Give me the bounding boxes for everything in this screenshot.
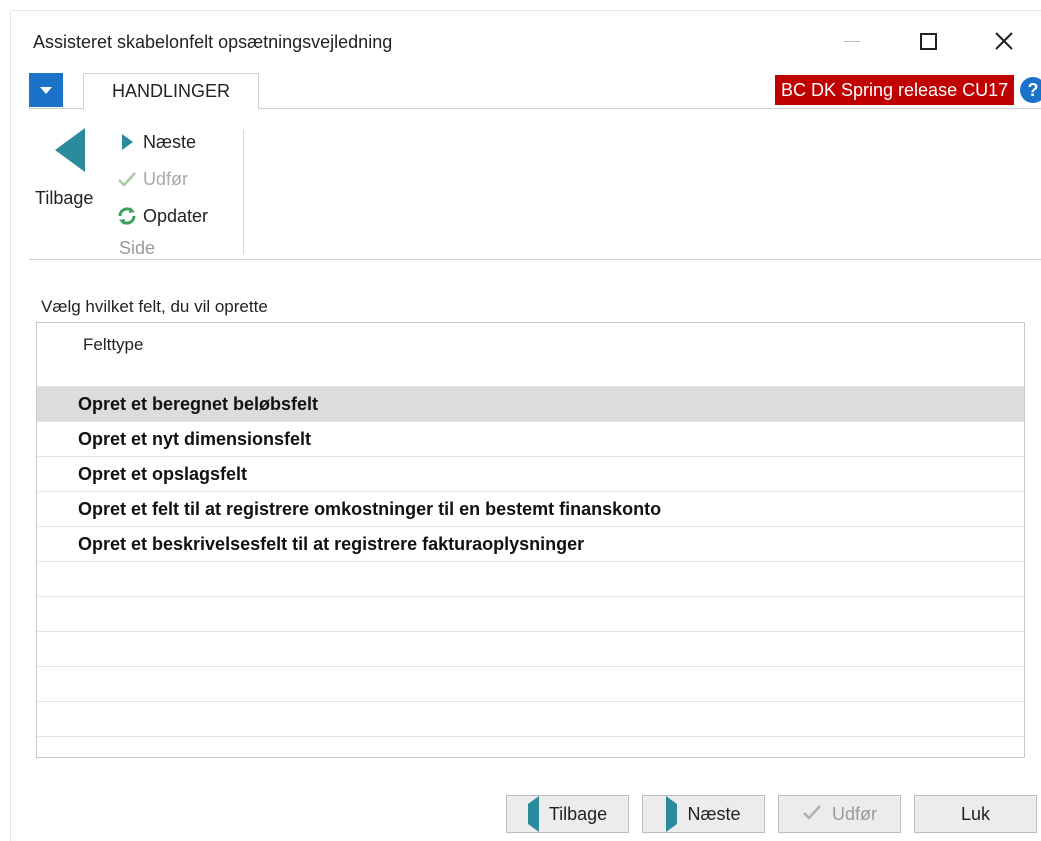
arrow-right-icon [666,795,678,832]
ribbon-back-label: Tilbage [35,188,94,208]
checkmark-icon [115,168,139,190]
arrow-left-icon [527,795,539,832]
finish-button-label: Udfør [832,803,877,824]
ribbon-group-label: Side [119,238,156,258]
finish-button[interactable]: Udfør [778,795,901,833]
ribbon-finish-label: Udfør [143,168,188,189]
ribbon-next-label: Næste [143,131,197,152]
list-item[interactable]: Opret et beregnet beløbsfelt [37,387,1024,422]
next-button-label: Næste [687,803,741,824]
ribbon-next-button[interactable]: Næste [115,128,196,156]
back-button[interactable]: Tilbage [506,795,629,833]
section-caption: Vælg hvilket felt, du vil oprette [41,297,268,316]
empty-row [37,702,1024,737]
ribbon-back-button[interactable]: Tilbage [35,120,107,216]
close-icon [995,32,1013,50]
close-button-label: Luk [960,803,991,824]
tab-handlinger[interactable]: HANDLINGER [83,73,259,110]
next-button[interactable]: Næste [642,795,765,833]
column-header-label: Felttype [83,335,144,354]
column-header[interactable]: Felttype [37,323,1024,387]
release-badge: BC DK Spring release CU17 [775,75,1015,105]
refresh-icon [115,205,139,227]
maximize-icon [919,32,937,50]
help-icon[interactable]: ? [1020,77,1041,103]
app-menu-button[interactable] [29,73,63,107]
chevron-down-icon [40,86,52,94]
close-window-button[interactable] [981,23,1027,59]
ribbon-finish-button[interactable]: Udfør [115,165,188,193]
close-button[interactable]: Luk [914,795,1037,833]
field-type-list: Felttype Opret et beregnet beløbsfelt Op… [36,322,1025,758]
title-bar: Assisteret skabelonfelt opsætningsvejled… [11,11,1041,69]
ribbon-refresh-label: Opdater [143,205,209,226]
maximize-button[interactable] [905,23,951,59]
checkmark-icon [802,803,822,826]
ribbon: Tilbage Næste Udfør Opdater Side [29,110,1041,260]
window-title: Assisteret skabelonfelt opsætningsvejled… [33,32,393,52]
ribbon-tab-row: HANDLINGER BC DK Spring release CU17 ? [29,73,1041,110]
minimize-button[interactable] [829,23,875,59]
empty-row [37,597,1024,632]
ribbon-refresh-button[interactable]: Opdater [115,202,208,230]
list-item[interactable]: Opret et felt til at registrere omkostni… [37,492,1024,527]
empty-row [37,667,1024,702]
minimize-icon [844,40,860,42]
ribbon-group-divider [243,130,244,254]
list-item[interactable]: Opret et opslagsfelt [37,457,1024,492]
wizard-window: Assisteret skabelonfelt opsætningsvejled… [10,10,1041,841]
empty-row [37,632,1024,667]
arrow-left-icon [55,128,85,172]
list-item[interactable]: Opret et nyt dimensionsfelt [37,422,1024,457]
list-item[interactable]: Opret et beskrivelsesfelt til at registr… [37,527,1024,562]
arrow-right-icon [115,131,139,153]
back-button-label: Tilbage [548,803,608,824]
empty-row [37,562,1024,597]
